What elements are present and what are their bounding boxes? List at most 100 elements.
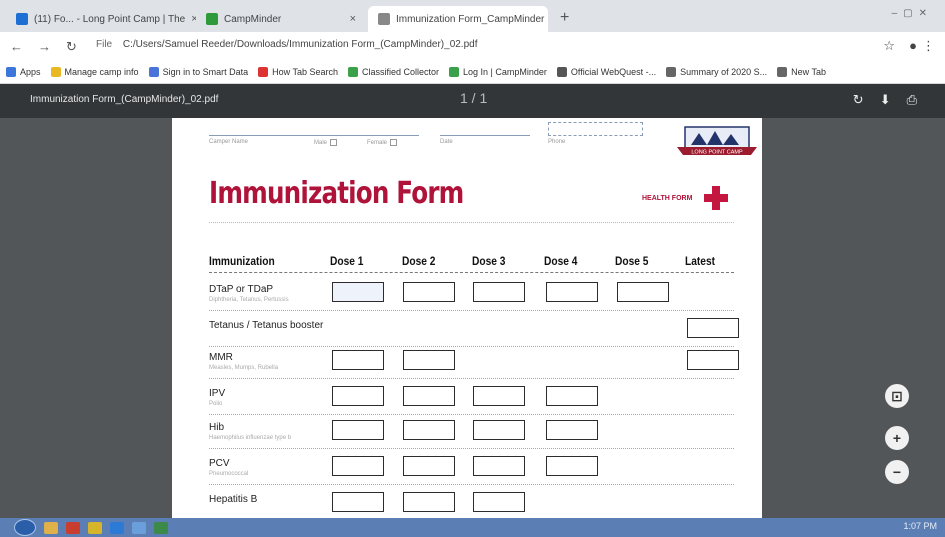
dose-date-field[interactable] [617,282,669,302]
rotate-icon[interactable]: ↻ [853,92,864,108]
bookmark-item[interactable]: Apps [6,66,41,77]
dose-date-field[interactable] [687,350,739,370]
immunization-label: Hepatitis B [209,494,258,505]
menu-icon[interactable]: ⋮ [922,38,935,54]
immunization-label: IPV [209,388,226,399]
row-divider [209,484,734,485]
bookmark-item[interactable]: Classified Collector [347,66,439,77]
immunization-sublabel: Haemophilus influenzae type b [209,435,292,441]
dose-date-field[interactable] [403,386,455,406]
forward-icon[interactable]: → [38,39,51,54]
svg-text:LONG POINT CAMP: LONG POINT CAMP [691,150,743,156]
url-field[interactable]: File C:/Users/Samuel Reeder/Downloads/Im… [96,39,478,50]
bookmark-label: Summary of 2020 S... [680,66,768,77]
column-header: Dose 5 [615,254,649,268]
row-divider [209,310,734,311]
dose-date-field[interactable] [332,350,384,370]
file-explorer-icon[interactable] [44,521,58,534]
print-icon[interactable]: ⎙ [907,92,917,108]
bookmark-favicon-icon [347,66,358,77]
dose-date-field[interactable] [473,456,525,476]
dose-date-field[interactable] [473,420,525,440]
dose-date-field[interactable] [687,318,739,338]
tab-long-point-camp[interactable]: (11) Fo... - Long Point Camp | The × [6,6,196,32]
chrome-icon[interactable] [88,521,102,534]
close-icon[interactable]: × [350,13,356,25]
immunization-sublabel: Polio [209,401,223,407]
immunization-sublabel: Pneumococcal [209,471,249,477]
bookmark-item[interactable]: Sign in to Smart Data [148,66,248,77]
dose-date-field[interactable] [473,386,525,406]
fit-page-icon[interactable]: ⊡ [885,384,909,408]
excel-icon[interactable] [154,521,168,534]
bookmark-favicon-icon [666,66,677,77]
immunization-label: PCV [209,458,230,469]
camper-name-label: Camper Name [209,139,249,145]
dose-date-field[interactable] [403,456,455,476]
dose-date-field[interactable] [473,282,525,302]
bookmark-favicon-icon [449,66,460,77]
dose-date-field[interactable] [403,350,455,370]
dose-date-field[interactable] [332,282,384,302]
column-header: Immunization [209,254,275,268]
window-controls[interactable]: –▢✕ [892,8,933,19]
dose-date-field[interactable] [332,492,384,512]
bookmark-item[interactable]: Official WebQuest -... [556,66,656,77]
column-header: Latest [685,254,716,268]
row-divider [209,346,734,347]
pdf-file-title: Immunization Form_(CampMinder)_02.pdf [30,94,219,105]
tab-immunization-form[interactable]: Immunization Form_CampMinder × [368,6,548,32]
health-form-label: HEALTH FORM [642,195,693,202]
immunization-label: MMR [209,352,233,363]
profile-icon[interactable]: ● [909,38,917,53]
dose-date-field[interactable] [546,282,598,302]
dose-date-field[interactable] [403,420,455,440]
bookmark-item[interactable]: Manage camp info [50,66,139,77]
pdf-page: Camper Name Male Female Date Phone LONG … [172,118,762,518]
outlook-icon[interactable] [132,521,146,534]
dose-date-field[interactable] [473,492,525,512]
star-icon[interactable]: ☆ [883,38,895,54]
url-scheme: File [96,39,113,50]
phone-label: Phone [548,139,566,145]
dose-date-field[interactable] [332,456,384,476]
media-player-icon[interactable] [66,521,80,534]
bookmark-item[interactable]: Summary of 2020 S... [666,66,768,77]
female-checkbox[interactable] [390,139,398,146]
form-title: Immunization Form [209,176,464,211]
reload-icon[interactable]: ↻ [66,39,77,55]
bookmark-label: New Tab [791,66,827,77]
dose-date-field[interactable] [546,420,598,440]
dose-date-field[interactable] [332,386,384,406]
dose-date-field[interactable] [332,420,384,440]
start-button[interactable] [14,519,36,536]
tab-campminder[interactable]: CampMinder × [196,6,366,32]
pdf-viewer: Immunization Form_(CampMinder)_02.pdf 1 … [0,84,945,518]
row-divider [209,378,734,379]
bookmark-item[interactable]: How Tab Search [258,66,338,77]
bookmark-label: How Tab Search [272,66,338,77]
medical-cross-icon [704,186,728,210]
immunization-label: Hib [209,422,225,433]
zoom-out-button[interactable]: − [885,460,909,484]
dose-date-field[interactable] [546,456,598,476]
column-header: Dose 4 [544,254,578,268]
camper-name-field[interactable] [209,122,419,136]
bookmark-item[interactable]: Log In | CampMinder [449,66,547,77]
dose-date-field[interactable] [546,386,598,406]
page-indicator: 1 / 1 [460,90,488,106]
bookmark-item[interactable]: New Tab [777,66,827,77]
zoom-in-button[interactable]: + [885,426,909,450]
new-tab-button[interactable]: + [560,9,569,27]
dose-date-field[interactable] [403,492,455,512]
phone-field[interactable] [548,122,643,136]
download-icon[interactable]: ⬇ [880,92,891,108]
bookmarks-bar: Apps Manage camp info Sign in to Smart Dat… [0,60,945,84]
dose-date-field[interactable] [403,282,455,302]
immunization-sublabel: Diphtheria, Tetanus, Pertussis [209,297,289,303]
bookmark-favicon-icon [556,66,567,77]
back-icon[interactable]: ← [10,39,23,54]
male-checkbox[interactable] [330,139,338,146]
word-icon[interactable] [110,521,124,534]
date-field[interactable] [440,122,530,136]
